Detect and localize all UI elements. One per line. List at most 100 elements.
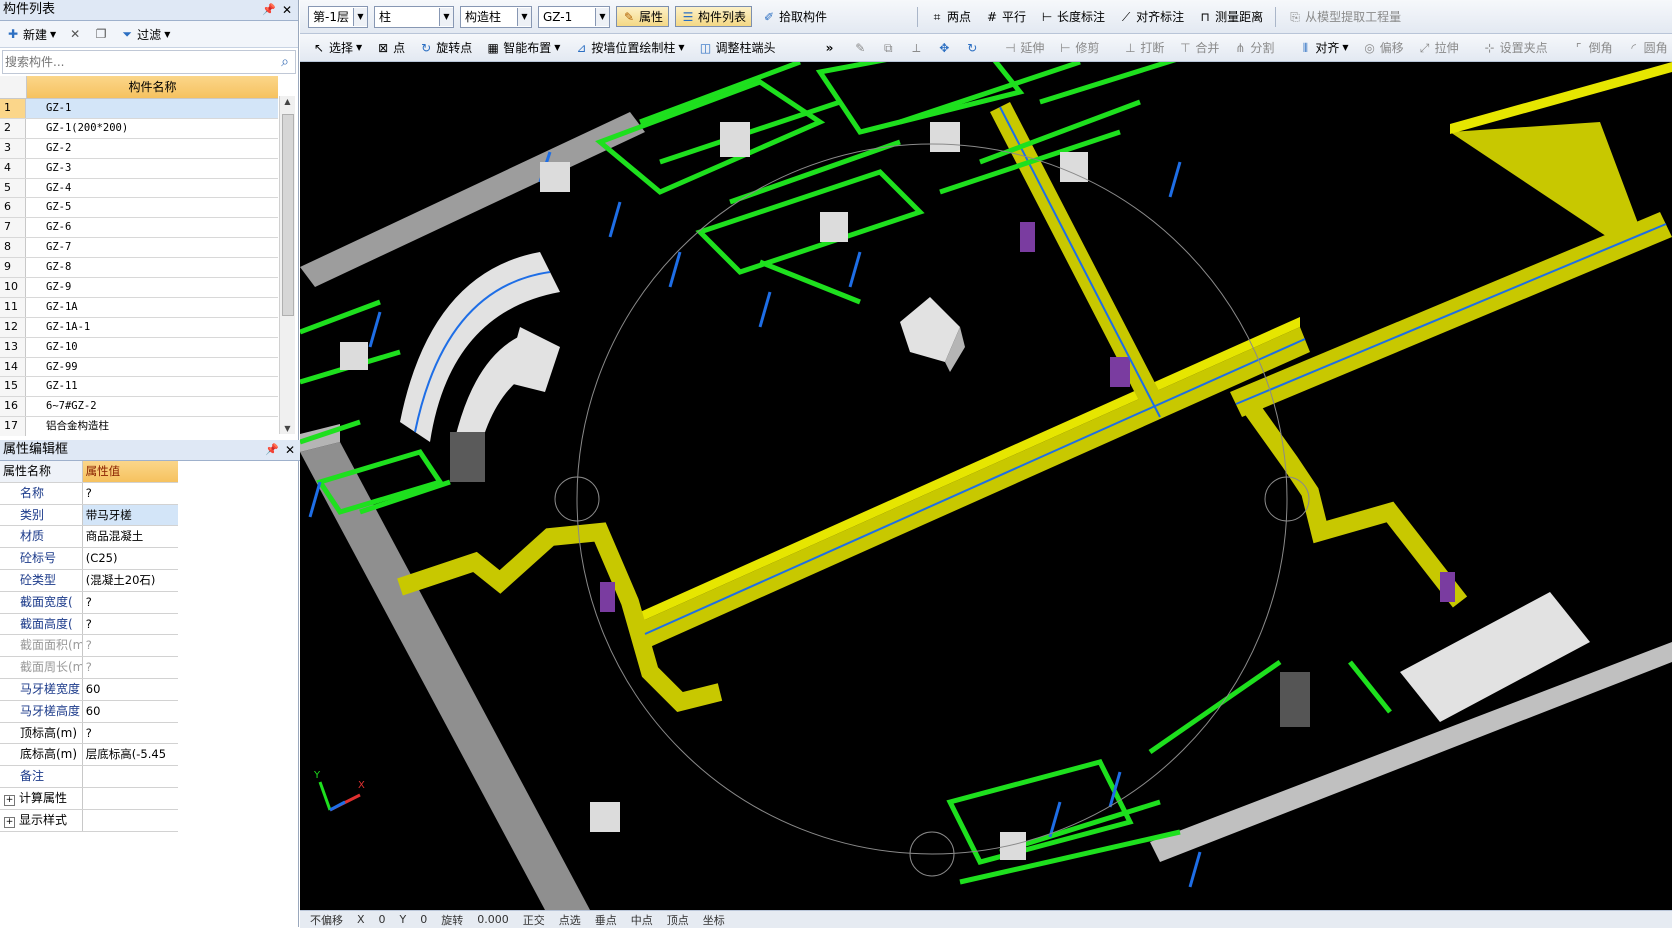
property-value[interactable]: ? — [83, 592, 178, 613]
component-row[interactable]: 9 GZ-8 — [0, 258, 278, 279]
parallel-button[interactable]: # 平行 — [981, 7, 1030, 26]
pin-icon[interactable]: 📌 — [265, 440, 279, 460]
pen-button[interactable]: ✎ — [849, 40, 871, 56]
property-value[interactable]: (混凝土20石) — [83, 570, 178, 591]
green-beam-cluster-top[interactable] — [595, 62, 1200, 305]
align-button[interactable]: ⫴ 对齐 ▼ — [1294, 38, 1352, 57]
yellow-wall-far-right-upper[interactable] — [1450, 122, 1645, 252]
component-name[interactable]: GZ-99 — [26, 358, 278, 377]
property-value[interactable]: 商品混凝土 — [83, 526, 178, 547]
new-component-button[interactable]: ✚ 新建 ▼ — [2, 25, 60, 44]
rotate-value[interactable]: 0.000 — [477, 913, 509, 926]
3d-viewport[interactable]: Y X — [300, 62, 1672, 910]
property-row[interactable]: 备注 — [0, 766, 178, 788]
component-row[interactable]: 14 GZ-99 — [0, 357, 278, 378]
coord-toggle[interactable]: 坐标 — [703, 912, 725, 928]
component-row[interactable]: 8 GZ-7 — [0, 238, 278, 259]
component-name[interactable]: GZ-9 — [26, 278, 278, 297]
property-value[interactable]: 60 — [83, 679, 178, 700]
chevron-down-icon[interactable]: ▼ — [594, 7, 609, 26]
model-canvas[interactable]: Y X — [300, 62, 1672, 910]
component-row[interactable]: 11 GZ-1A — [0, 297, 278, 318]
property-value[interactable]: 60 — [83, 701, 178, 722]
component-name[interactable]: GZ-1(200*200) — [26, 119, 278, 138]
filter-button[interactable]: ⏷ 过滤 ▼ — [116, 25, 174, 44]
y-value[interactable]: 0 — [420, 913, 427, 926]
component-name[interactable]: GZ-4 — [26, 179, 278, 198]
property-row[interactable]: 顶标高(m)? — [0, 722, 178, 745]
property-row[interactable]: 截面周长(m? — [0, 657, 178, 679]
component-row[interactable]: 17 铝合金构造柱 — [0, 417, 278, 436]
yellow-wall-right[interactable] — [1232, 386, 1468, 608]
chevron-down-icon[interactable]: ▼ — [352, 7, 367, 26]
property-value[interactable]: (C25) — [83, 548, 178, 569]
group-calc-properties[interactable]: + 计算属性 — [0, 787, 178, 810]
component-row[interactable]: 16 6~7#GZ-2 — [0, 397, 278, 418]
rotate-button[interactable]: ↻ — [961, 40, 983, 56]
property-value[interactable]: 层底标高(-5.45 — [83, 744, 178, 765]
pin-icon[interactable]: 📌 — [262, 0, 276, 20]
component-name[interactable]: GZ-2 — [26, 139, 278, 158]
component-name[interactable]: 铝合金构造柱 — [26, 417, 278, 436]
search-input[interactable] — [3, 52, 275, 72]
point-button[interactable]: ⊠ 点 — [372, 38, 409, 57]
property-row[interactable]: 截面宽度(? — [0, 591, 178, 614]
floor-select[interactable]: 第-1层 ▼ — [308, 5, 368, 28]
stretch-button[interactable]: ⤢ 拉伸 — [1414, 38, 1463, 57]
trim-button[interactable]: ⊢ 修剪 — [1054, 38, 1103, 57]
adjust-column-head-button[interactable]: ◫ 调整柱端头 — [695, 38, 780, 57]
component-row[interactable]: 12 GZ-1A-1 — [0, 317, 278, 338]
expand-icon[interactable]: + — [4, 794, 15, 806]
component-name[interactable]: 6~7#GZ-2 — [26, 397, 278, 416]
dark-gray-column[interactable] — [1280, 672, 1310, 727]
component-row[interactable]: 7 GZ-6 — [0, 218, 278, 239]
property-value[interactable]: ? — [83, 657, 178, 678]
fillet-button[interactable]: ◜ 圆角 — [1623, 38, 1672, 57]
component-name[interactable]: GZ-7 — [26, 238, 278, 257]
component-name[interactable]: GZ-1A — [26, 298, 278, 317]
overflow-chevron-icon[interactable]: » — [826, 41, 834, 55]
component-name[interactable]: GZ-10 — [26, 338, 278, 357]
component-name[interactable]: GZ-3 — [26, 159, 278, 178]
snap-toggle[interactable]: 点选 — [559, 912, 581, 928]
chamfer-button[interactable]: ⌜ 倒角 — [1568, 38, 1617, 57]
group-display-style[interactable]: + 显示样式 — [0, 809, 178, 832]
search-icon[interactable]: ⌕ — [275, 54, 295, 70]
property-row[interactable]: 马牙槎宽度 60 — [0, 678, 178, 701]
property-row[interactable]: 砼类型 (混凝土20石) — [0, 569, 178, 592]
component-name[interactable]: GZ-8 — [26, 258, 278, 277]
component-scrollbar[interactable]: ▲ ▼ — [279, 96, 295, 434]
select-button[interactable]: ↖ 选择 ▼ — [308, 38, 366, 57]
component-row[interactable]: 4 GZ-3 — [0, 158, 278, 179]
property-row[interactable]: 材质 商品混凝土 — [0, 526, 178, 549]
property-value[interactable]: ? — [83, 723, 178, 744]
component-name[interactable]: GZ-1A-1 — [26, 318, 278, 337]
close-icon[interactable]: ✕ — [282, 0, 292, 20]
expand-icon[interactable]: + — [4, 816, 15, 828]
component-name[interactable]: GZ-11 — [26, 377, 278, 396]
properties-button[interactable]: ✎ 属性 — [615, 6, 669, 27]
midpoint-toggle[interactable]: 中点 — [631, 912, 653, 928]
measure-distance-button[interactable]: ⊓ 测量距离 — [1194, 7, 1267, 26]
property-value[interactable]: 带马牙槎 — [82, 504, 178, 526]
no-offset-label[interactable]: 不偏移 — [310, 912, 343, 928]
split-button[interactable]: ⋔ 分割 — [1229, 38, 1278, 57]
delete-component-button[interactable]: ✕ — [64, 26, 86, 42]
extend-button[interactable]: ⊣ 延伸 — [999, 38, 1048, 57]
scroll-up-icon[interactable]: ▲ — [280, 97, 295, 106]
component-name[interactable]: GZ-5 — [26, 198, 278, 217]
component-row[interactable]: 2 GZ-1(200*200) — [0, 118, 278, 139]
element-type-select[interactable]: 柱 ▼ — [373, 5, 454, 28]
component-name[interactable]: GZ-1 — [26, 99, 278, 118]
scroll-down-icon[interactable]: ▼ — [280, 424, 295, 433]
component-row[interactable]: 13 GZ-10 — [0, 337, 278, 358]
set-grip-button[interactable]: ⊹ 设置夹点 — [1479, 38, 1552, 57]
chevron-down-icon[interactable]: ▼ — [516, 7, 531, 26]
x-value[interactable]: 0 — [379, 913, 386, 926]
property-row[interactable]: 马牙槎高度 60 — [0, 700, 178, 723]
ortho-toggle[interactable]: 正交 — [523, 912, 545, 928]
component-list-button[interactable]: ☰ 构件列表 — [674, 6, 752, 27]
chevron-down-icon[interactable]: ▼ — [438, 7, 453, 26]
property-value[interactable]: ? — [83, 614, 178, 635]
length-dim-button[interactable]: ⊢ 长度标注 — [1036, 7, 1109, 26]
